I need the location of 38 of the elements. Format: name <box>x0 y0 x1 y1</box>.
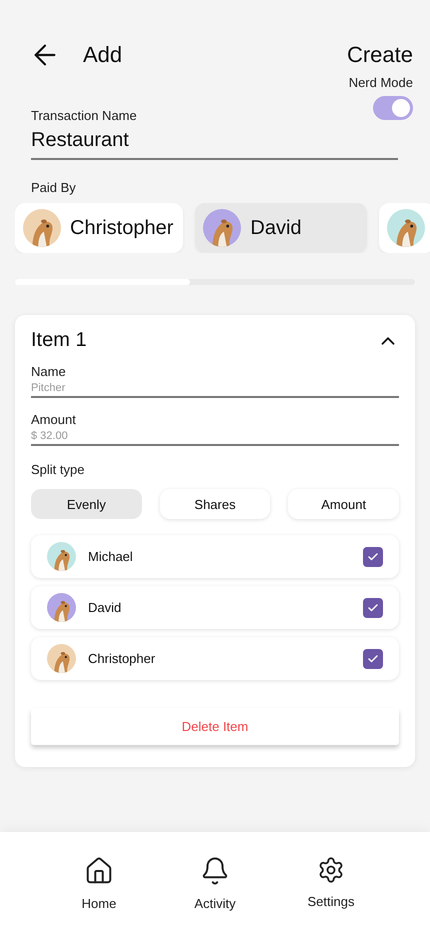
member-row[interactable]: Christopher <box>31 637 399 680</box>
member-name: David <box>88 600 122 615</box>
page-title: Add <box>83 42 124 68</box>
member-checkbox[interactable] <box>363 546 383 566</box>
field-label: Amount <box>31 412 77 427</box>
split-option[interactable]: Amount <box>288 489 400 519</box>
field-label: Transaction Name <box>31 108 138 123</box>
nerd-mode-toggle[interactable] <box>373 96 413 120</box>
split-option[interactable]: Shares <box>160 489 270 519</box>
split-option[interactable]: Evenly <box>31 489 142 519</box>
check-icon <box>367 652 379 664</box>
member-row[interactable]: Michael <box>31 535 399 578</box>
nav-tab[interactable]: Settings <box>292 856 370 932</box>
home-icon <box>84 856 114 886</box>
payer-chip[interactable]: Christopher <box>15 203 184 253</box>
field-label: Name <box>31 364 67 379</box>
transaction-name-field[interactable]: Restaurant <box>31 123 398 160</box>
item-name-field[interactable]: Pitcher <box>31 379 399 398</box>
check-icon <box>367 602 379 614</box>
check-icon <box>367 550 379 562</box>
payer-chip[interactable] <box>379 203 430 253</box>
nav-tab[interactable]: Activity <box>176 856 254 932</box>
payer-chip[interactable]: David <box>195 203 368 253</box>
delete-item-button[interactable]: Delete Item <box>31 708 399 745</box>
item-title: Item 1 <box>31 329 87 352</box>
member-checkbox[interactable] <box>363 598 383 618</box>
member-name: Christopher <box>88 651 156 666</box>
member-row[interactable]: David <box>31 586 399 629</box>
settings-icon <box>317 856 345 884</box>
nerd-mode-label: Nerd Mode <box>348 75 413 90</box>
split-type-label: Split type <box>31 462 86 477</box>
paid-by-label: Paid By <box>31 180 77 195</box>
create-button[interactable]: Create <box>346 42 413 68</box>
member-checkbox[interactable] <box>363 648 383 668</box>
nav-tab[interactable]: Home <box>60 856 138 932</box>
amount-field[interactable]: $ 32.00 <box>31 427 399 446</box>
bell-icon <box>200 856 230 886</box>
member-name: Michael <box>88 549 134 564</box>
